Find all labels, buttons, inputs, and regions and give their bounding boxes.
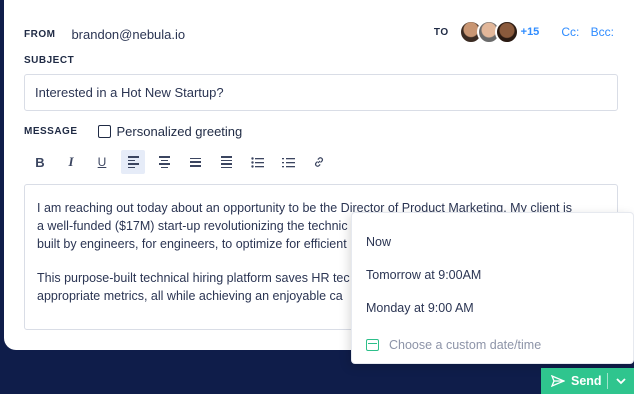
from-row: FROM brandon@nebula.io TO +15 Cc: Bcc: [24, 20, 614, 44]
custom-date-label: Choose a custom date/time [389, 337, 542, 352]
schedule-send-menu: Now Tomorrow at 9:00AM Monday at 9:00 AM… [351, 212, 634, 364]
bcc-link[interactable]: Bcc: [591, 25, 614, 39]
personalized-greeting-checkbox[interactable] [97, 125, 111, 138]
send-label: Send [571, 374, 602, 388]
message-row: MESSAGE Personalized greeting [24, 124, 242, 139]
recipient-avatars[interactable] [458, 20, 519, 44]
more-recipients-count[interactable]: +15 [521, 26, 540, 38]
italic-icon[interactable]: I [59, 150, 83, 174]
schedule-option-tomorrow[interactable]: Tomorrow at 9:00AM [352, 258, 633, 291]
calendar-icon [366, 338, 379, 351]
bullet-list-icon[interactable] [245, 150, 269, 174]
to-label: TO [433, 26, 449, 38]
send-button[interactable]: Send [541, 368, 607, 394]
message-label: MESSAGE [24, 126, 78, 137]
align-center-icon[interactable] [152, 150, 176, 174]
subject-label: SUBJECT [24, 55, 75, 66]
send-button-group: Send [541, 368, 634, 394]
chevron-down-icon [616, 377, 626, 384]
align-right-icon[interactable] [183, 150, 207, 174]
schedule-option-custom[interactable]: Choose a custom date/time [352, 328, 633, 361]
schedule-option-monday[interactable]: Monday at 9:00 AM [352, 291, 633, 324]
send-icon [551, 375, 565, 387]
from-label: FROM [24, 28, 56, 40]
subject-input[interactable]: Interested in a Hot New Startup? [24, 74, 618, 111]
format-toolbar: B I U [28, 150, 338, 174]
schedule-option-now[interactable]: Now [352, 225, 633, 258]
align-left-icon[interactable] [121, 150, 145, 174]
numbered-list-icon[interactable] [276, 150, 300, 174]
avatar[interactable] [494, 20, 519, 44]
link-icon[interactable] [307, 150, 331, 174]
cc-link[interactable]: Cc: [561, 25, 579, 39]
send-options-button[interactable] [608, 368, 634, 394]
align-justify-icon[interactable] [214, 150, 238, 174]
from-address[interactable]: brandon@nebula.io [71, 27, 185, 42]
underline-icon[interactable]: U [90, 150, 114, 174]
to-recipients: TO +15 Cc: Bcc: [434, 20, 614, 44]
personalized-greeting-label[interactable]: Personalized greeting [117, 124, 243, 139]
bold-icon[interactable]: B [28, 150, 52, 174]
cc-bcc-links: Cc: Bcc: [553, 25, 614, 39]
